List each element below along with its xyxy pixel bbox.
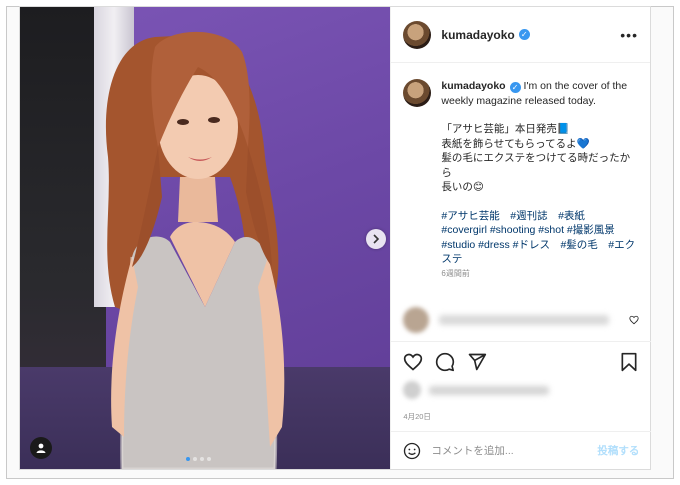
heart-icon[interactable] <box>403 352 423 372</box>
comment-input[interactable]: コメントを追加... <box>431 443 513 458</box>
likes-row <box>403 381 550 399</box>
comment-icon[interactable] <box>435 352 455 372</box>
share-icon[interactable] <box>467 352 487 372</box>
instagram-post: kumadayoko ✓ ••• kumadayoko ✓ I'm on the … <box>19 6 652 470</box>
post-image[interactable] <box>20 7 391 469</box>
comment-text-blurred <box>439 315 610 325</box>
caption: kumadayoko ✓ I'm on the cover of the week… <box>403 79 638 281</box>
emoji-icon[interactable] <box>403 442 421 460</box>
caption-time: 6週間前 <box>441 268 470 278</box>
hashtags[interactable]: #アサヒ芸能 #週刊誌 #表紙 #covergirl #shooting #sh… <box>441 209 638 267</box>
post-header: kumadayoko ✓ ••• <box>391 7 650 63</box>
bookmark-icon[interactable] <box>619 352 639 372</box>
carousel-dot <box>200 457 204 461</box>
more-icon[interactable]: ••• <box>620 27 638 43</box>
caption-avatar[interactable] <box>403 79 432 107</box>
next-image-button[interactable] <box>366 229 386 249</box>
carousel-dots <box>186 457 211 461</box>
carousel-dot-active <box>186 457 190 461</box>
caption-username[interactable]: kumadayoko <box>441 80 505 92</box>
user-tag-button[interactable] <box>30 437 52 459</box>
add-comment-bar: コメントを追加... 投稿する <box>391 431 652 469</box>
liker-avatar[interactable] <box>403 381 422 399</box>
post-date[interactable]: 4月20日 <box>403 411 431 422</box>
carousel-dot <box>207 457 211 461</box>
chevron-right-icon <box>373 234 380 244</box>
user-tag-icon <box>36 443 46 453</box>
heart-icon[interactable] <box>629 315 639 325</box>
person-figure <box>105 31 285 469</box>
caption-line: 髪の毛にエクステをつけてる時だったから <box>441 152 631 179</box>
caption-line: 長いの😊 <box>441 181 484 193</box>
post-sidebar: kumadayoko ✓ ••• kumadayoko ✓ I'm on the … <box>390 7 652 469</box>
username-link[interactable]: kumadayoko <box>441 28 514 42</box>
commenter-avatar[interactable] <box>403 307 430 333</box>
avatar[interactable] <box>403 20 432 49</box>
verified-badge-icon: ✓ <box>509 82 521 93</box>
caption-line: 「アサヒ芸能」本日発売📘 <box>441 123 570 135</box>
caption-line: 表紙を飾らせてもらってるよ💙 <box>441 137 590 150</box>
comment-item <box>403 307 639 333</box>
likes-text-blurred[interactable] <box>429 385 550 395</box>
caption-text: kumadayoko ✓ I'm on the cover of the week… <box>441 79 638 281</box>
action-bar <box>391 341 652 381</box>
verified-badge-icon: ✓ <box>518 29 530 40</box>
carousel-dot <box>193 457 197 461</box>
post-comment-button[interactable]: 投稿する <box>597 443 639 458</box>
